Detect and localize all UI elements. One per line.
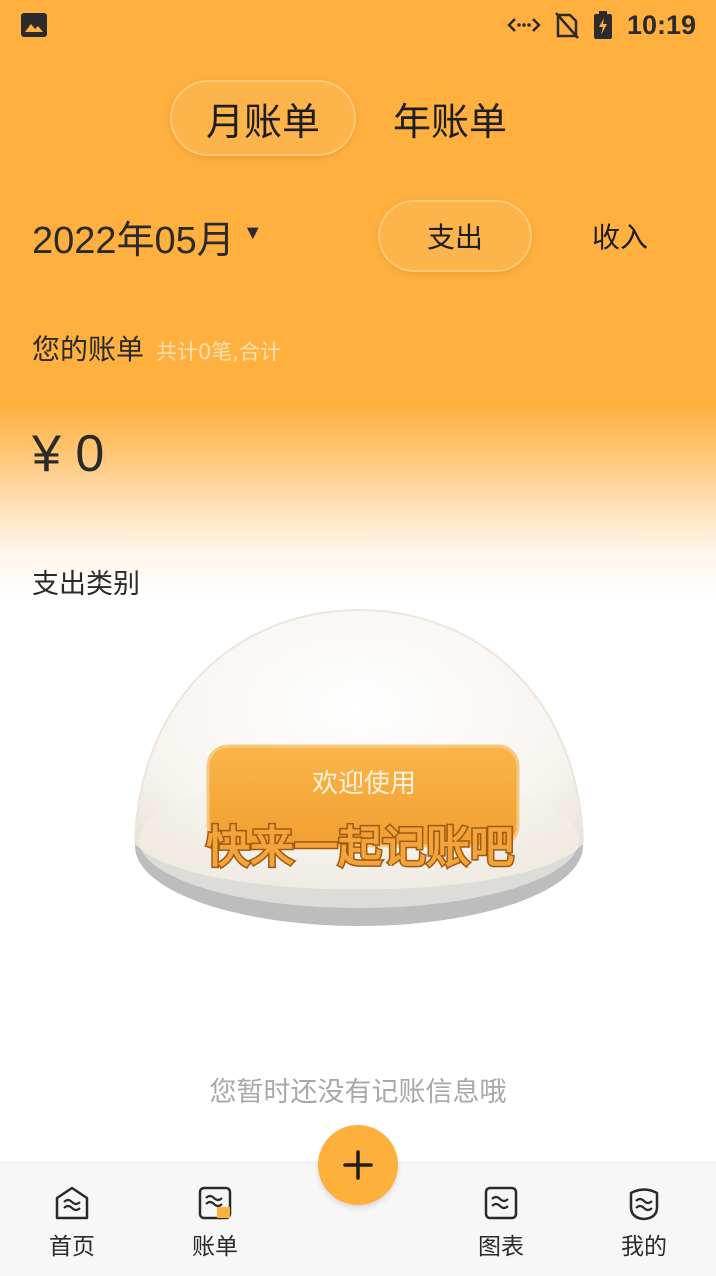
add-record-button[interactable]	[318, 1125, 398, 1205]
data-transfer-icon	[507, 18, 541, 32]
chart-icon	[484, 1186, 518, 1220]
month-picker[interactable]: 2022年05月 ▼	[32, 200, 263, 272]
nav-chart-label: 图表	[478, 1234, 524, 1260]
plus-icon	[343, 1150, 373, 1180]
nav-chart[interactable]: 图表	[451, 1185, 551, 1269]
bill-summary-count: 共计0笔,合计	[156, 340, 282, 364]
month-picker-value: 2022年05月	[32, 219, 235, 262]
home-icon	[55, 1186, 89, 1220]
profile-icon	[629, 1188, 659, 1221]
gallery-notification-icon	[21, 13, 47, 37]
illustration-line2: 快来一起记账吧	[206, 822, 514, 873]
status-time: 10:19	[626, 9, 696, 40]
bill-icon	[198, 1186, 232, 1220]
tab-yearly-bill[interactable]: 年账单	[380, 80, 520, 156]
status-bar: 10:19	[0, 0, 716, 50]
bill-period-tabs: 月账单 年账单	[0, 80, 716, 156]
caret-down-icon: ▼	[242, 221, 263, 244]
nav-profile-label: 我的	[621, 1234, 667, 1260]
no-sim-icon	[554, 12, 579, 39]
nav-bill-label: 账单	[192, 1234, 238, 1260]
bill-total-amount: ¥ 0	[32, 425, 105, 483]
bill-summary-title: 您的账单 共计0笔,合计	[32, 328, 281, 368]
nav-home-label: 首页	[49, 1234, 95, 1260]
welcome-dome-illustration: 欢迎使用 快来一起记账吧	[133, 608, 585, 926]
nav-profile[interactable]: 我的	[594, 1185, 694, 1269]
nav-bill[interactable]: 账单	[165, 1185, 265, 1269]
empty-state-text: 您暂时还没有记账信息哦	[209, 1077, 507, 1108]
nav-home[interactable]: 首页	[22, 1185, 122, 1269]
income-toggle-button[interactable]: 收入	[570, 200, 670, 272]
battery-charging-icon	[593, 11, 612, 39]
bill-summary-label: 您的账单	[32, 333, 145, 366]
illustration-line1: 欢迎使用	[312, 769, 416, 799]
month-row: 2022年05月 ▼ 支出 收入	[0, 200, 716, 272]
expense-toggle-button[interactable]: 支出	[378, 200, 532, 272]
tab-monthly-bill[interactable]: 月账单	[170, 80, 356, 156]
expense-category-title: 支出类别	[32, 569, 140, 600]
